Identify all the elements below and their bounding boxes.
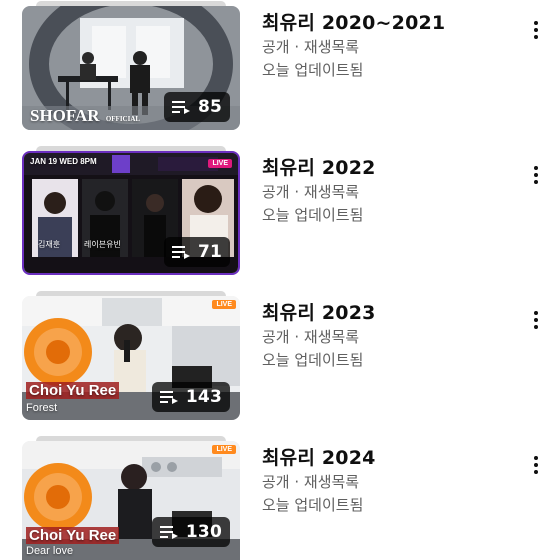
playlist-thumbnail-container[interactable]: SHOFAR OFFICIAL 85	[22, 1, 240, 130]
more-vert-icon[interactable]	[524, 163, 548, 187]
more-vert-icon[interactable]	[524, 453, 548, 477]
playlist-title[interactable]: 최유리 2022	[262, 155, 522, 181]
playlist-title[interactable]: 최유리 2024	[262, 445, 522, 471]
playlist-thumbnail-container[interactable]: LIVE Choi Yu Ree Dear love 130	[22, 436, 240, 560]
playlist-title[interactable]: 최유리 2023	[262, 300, 522, 326]
live-tag: LIVE	[208, 159, 232, 168]
artist-name-overlay: Choi Yu Ree	[26, 527, 120, 544]
performer-name: 김재훈	[38, 240, 61, 249]
playlist-meta[interactable]: 최유리 2020~2021 공개 · 재생목록 오늘 업데이트됨	[262, 10, 522, 82]
playlist-icon	[159, 526, 178, 539]
playlist-updated: 오늘 업데이트됨	[262, 61, 364, 79]
event-date: JAN 19 WED 8PM	[30, 157, 97, 166]
brand-logo: SHOFAR OFFICIAL	[30, 106, 141, 125]
more-vert-icon[interactable]	[524, 18, 548, 42]
video-count: 71	[197, 242, 222, 262]
playlist-updated: 오늘 업데이트됨	[262, 206, 364, 224]
playlist-title[interactable]: 최유리 2020~2021	[262, 10, 522, 36]
more-vert-icon[interactable]	[524, 308, 548, 332]
playlist-icon	[171, 246, 190, 259]
video-count: 143	[185, 387, 222, 407]
playlist-visibility: 공개 · 재생목록	[262, 183, 360, 201]
video-count: 85	[197, 97, 222, 117]
playlist-item[interactable]: JAN 19 WED 8PM LIVE 김재훈 레이븐유빈 71 최유리 202…	[0, 146, 560, 281]
playlist-visibility: 공개 · 재생목록	[262, 38, 360, 56]
song-title-overlay: Forest	[26, 402, 58, 414]
playlist-meta[interactable]: 최유리 2023 공개 · 재생목록 오늘 업데이트됨	[262, 300, 522, 372]
playlist-updated: 오늘 업데이트됨	[262, 351, 364, 369]
playlist-thumbnail-container[interactable]: JAN 19 WED 8PM LIVE 김재훈 레이븐유빈 71	[22, 146, 240, 275]
artist-name-overlay: Choi Yu Ree	[26, 382, 120, 399]
song-title-overlay: Dear love	[26, 545, 74, 557]
video-count-badge: 85	[163, 92, 230, 122]
playlist-meta[interactable]: 최유리 2024 공개 · 재생목록 오늘 업데이트됨	[262, 445, 522, 517]
playlist-item[interactable]: LIVE Choi Yu Ree Dear love 130 최유리 2024 …	[0, 436, 560, 560]
live-tag: LIVE	[212, 445, 236, 454]
playlist-thumbnail-container[interactable]: LIVE Choi Yu Ree Forest 143	[22, 291, 240, 420]
playlist-visibility: 공개 · 재생목록	[262, 328, 360, 346]
performer-name: 레이븐유빈	[84, 240, 121, 249]
video-count-badge: 143	[151, 382, 230, 412]
playlist-updated: 오늘 업데이트됨	[262, 496, 364, 514]
playlist-visibility: 공개 · 재생목록	[262, 473, 360, 491]
live-tag: LIVE	[212, 300, 236, 309]
video-count-badge: 130	[151, 517, 230, 547]
playlist-item[interactable]: SHOFAR OFFICIAL 85 최유리 2020~2021 공개 · 재생…	[0, 1, 560, 136]
video-count: 130	[185, 522, 222, 542]
playlist-item[interactable]: LIVE Choi Yu Ree Forest 143 최유리 2023 공개 …	[0, 291, 560, 426]
playlist-icon	[171, 101, 190, 114]
video-count-badge: 71	[163, 237, 230, 267]
playlist-icon	[159, 391, 178, 404]
playlist-meta[interactable]: 최유리 2022 공개 · 재생목록 오늘 업데이트됨	[262, 155, 522, 227]
